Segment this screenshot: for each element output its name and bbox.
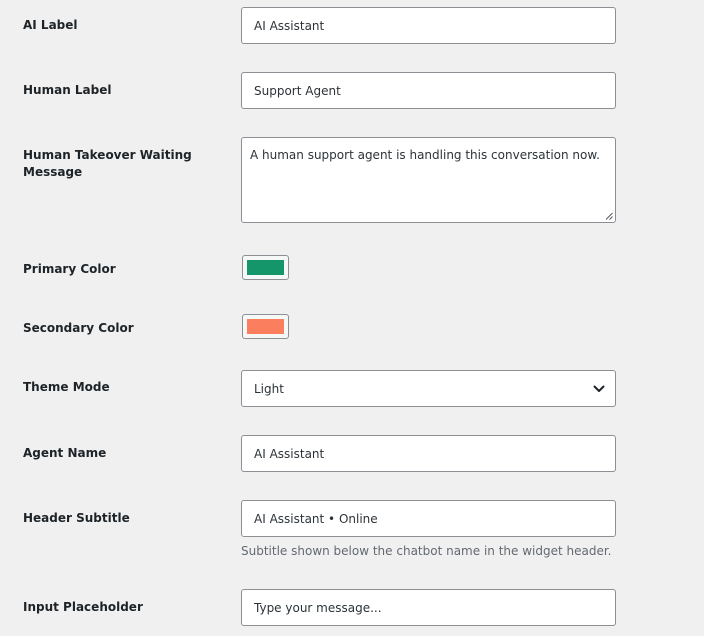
takeover-message-label: Human Takeover Waiting Message bbox=[23, 147, 192, 181]
primary-color-label: Primary Color bbox=[23, 262, 116, 276]
header-subtitle-value: AI Assistant • Online bbox=[254, 511, 378, 526]
secondary-color-label: Secondary Color bbox=[23, 321, 134, 335]
primary-color-swatch bbox=[247, 260, 284, 275]
human-label-input[interactable]: Support Agent bbox=[241, 72, 616, 109]
takeover-message-label-line1: Human Takeover Waiting bbox=[23, 148, 192, 162]
secondary-color-picker[interactable] bbox=[242, 314, 289, 339]
ai-label-value: AI Assistant bbox=[254, 18, 325, 33]
input-placeholder-label: Input Placeholder bbox=[23, 600, 143, 614]
agent-name-label: Agent Name bbox=[23, 446, 107, 460]
takeover-message-textarea[interactable]: A human support agent is handling this c… bbox=[241, 137, 616, 223]
takeover-message-label-line2: Message bbox=[23, 165, 83, 179]
chevron-down-icon bbox=[593, 385, 605, 392]
primary-color-picker[interactable] bbox=[242, 255, 289, 280]
agent-name-value: AI Assistant bbox=[254, 446, 325, 461]
theme-mode-label: Theme Mode bbox=[23, 380, 110, 394]
ai-label-input[interactable]: AI Assistant bbox=[241, 7, 616, 44]
secondary-color-swatch bbox=[247, 319, 284, 334]
ai-label-label: AI Label bbox=[23, 18, 78, 32]
input-placeholder-value: Type your message... bbox=[254, 600, 382, 615]
chatbot-settings-form: AI Label AI Assistant Human Label Suppor… bbox=[0, 0, 704, 636]
header-subtitle-input[interactable]: AI Assistant • Online bbox=[241, 500, 616, 537]
header-subtitle-label: Header Subtitle bbox=[23, 511, 130, 525]
agent-name-input[interactable]: AI Assistant bbox=[241, 435, 616, 472]
input-placeholder-input[interactable]: Type your message... bbox=[241, 589, 616, 626]
human-label-value: Support Agent bbox=[254, 83, 341, 98]
human-label-label: Human Label bbox=[23, 83, 112, 97]
theme-mode-select[interactable]: Light bbox=[241, 370, 616, 407]
takeover-message-value: A human support agent is handling this c… bbox=[250, 148, 600, 162]
resize-handle-icon[interactable] bbox=[605, 212, 613, 220]
theme-mode-selected: Light bbox=[254, 381, 284, 396]
header-subtitle-help: Subtitle shown below the chatbot name in… bbox=[241, 544, 612, 558]
